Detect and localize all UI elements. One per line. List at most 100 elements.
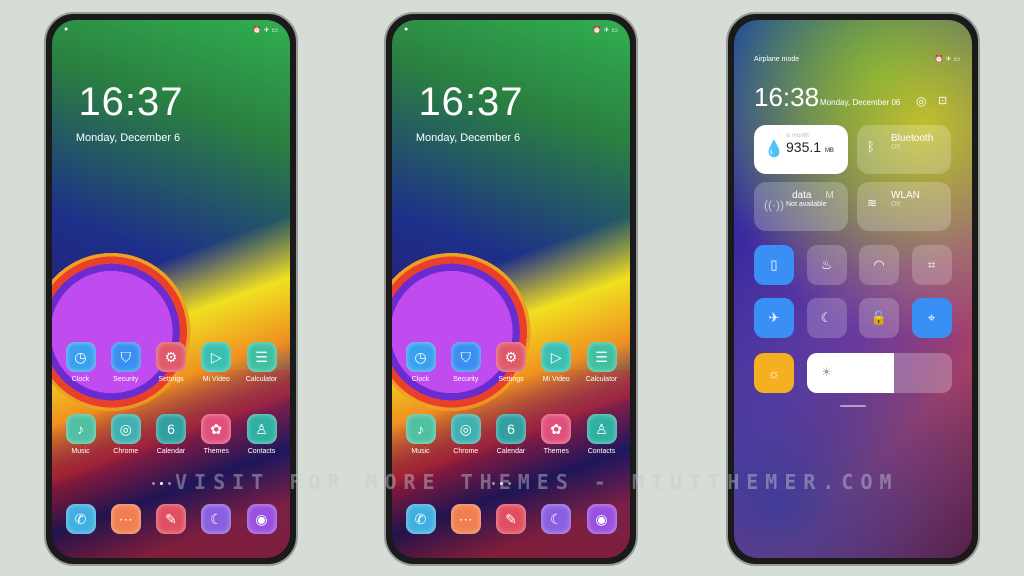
data-usage-tile[interactable]: 💧 is month 935.1 MB [754,125,848,174]
app-gallery[interactable]: ☾ [194,504,239,534]
app-message[interactable]: ⋯ [103,504,148,534]
camera-icon: ◉ [246,504,277,534]
app-clock[interactable]: ◷ Clock [398,342,443,383]
gallery-icon: ☾ [541,504,572,534]
message-icon: ⋯ [110,504,141,534]
wlan-state: Off [891,201,901,208]
vibrate-icon: ▯ [770,257,778,272]
gear-icon: ⚙ [156,342,186,372]
app-label: Music [71,448,90,455]
lamp-toggle[interactable]: ◠ [859,245,899,285]
app-label: Mi Video [542,376,570,383]
airplane-toggle[interactable]: ✈ [754,298,794,338]
app-chrome[interactable]: ◎ Chrome [103,414,148,455]
contact-icon: ♙ [586,414,617,444]
app-row: ◷ Clock ⛉ Security ⚙ Settings ▷ Mi Video ☰ Calcul… [398,342,624,383]
app-phone[interactable]: ✆ [58,504,103,534]
app-label: Security [453,376,479,383]
crop-toggle[interactable]: ⌗ [911,245,952,285]
app-feather[interactable]: ✎ [489,504,534,534]
data-unit: MB [824,148,834,154]
app-label: Clock [71,376,90,383]
app-calculator[interactable]: ☰ Calculator [579,342,624,383]
app-themes[interactable]: ✿ Themes [194,414,239,455]
app-camera[interactable]: ◉ [579,504,624,534]
app-row: ◷ Clock ⛉ Security ⚙ Settings ▷ Mi Video ☰ Calcul… [58,342,284,383]
lock-date: Monday, December 6 [75,132,181,144]
app-label: Contacts [247,448,276,455]
wlan-tile[interactable]: ≋ WLAN Off [857,182,951,231]
app-row: ♪ Music ◎ Chrome 6 Calendar ✿ Themes ♙ Contacts [398,414,624,455]
app-phone[interactable]: ✆ [398,504,443,534]
app-label: Chrome [113,448,139,455]
feather-icon: ✎ [156,504,186,534]
app-contacts[interactable]: ♙ Contacts [579,414,624,455]
edit-icon[interactable]: ⊡ [938,94,947,107]
app-calendar[interactable]: 6 Calendar [489,414,534,455]
app-label: Calendar [496,448,526,455]
app-clock[interactable]: ◷ Clock [58,342,103,383]
moon-toggle[interactable]: ☾ [806,298,847,338]
brightness-slider[interactable]: ☀ [807,353,952,393]
app-themes[interactable]: ✿ Themes [534,414,579,455]
bluetooth-tile[interactable]: ᛒ Bluetooth Off [857,125,951,174]
app-label: Clock [411,376,430,383]
app-chrome[interactable]: ◎ Chrome [443,414,488,455]
play-icon: ▷ [201,342,232,372]
flashlight-toggle[interactable]: ♨ [806,245,847,285]
app-mi-video[interactable]: ▷ Mi Video [194,342,239,383]
status-icons: ⏰ ✈ ▭ [252,27,278,34]
location-toggle[interactable]: ⌖ [911,298,952,338]
calendar-icon: 6 [496,414,526,444]
app-feather[interactable]: ✎ [149,504,194,534]
app-message[interactable]: ⋯ [443,504,488,534]
camera-dot-icon: ● [64,26,69,33]
calculator-icon: ☰ [246,342,277,372]
app-settings[interactable]: ⚙ Settings [149,342,194,383]
app-settings[interactable]: ⚙ Settings [489,342,534,383]
app-label: Settings [158,376,184,383]
app-security[interactable]: ⛉ Security [103,342,148,383]
app-security[interactable]: ⛉ Security [443,342,488,383]
page-dot[interactable] [167,482,171,485]
auto-brightness-button[interactable]: ☼ [754,353,794,393]
app-label: Calculator [585,376,618,383]
app-contacts[interactable]: ♙ Contacts [239,414,284,455]
app-music[interactable]: ♪ Music [58,414,103,455]
bluetooth-icon: ᛒ [867,139,875,154]
vibrate-toggle[interactable]: ▯ [754,245,794,285]
watermark: VISIT FOR MORE THEMES - MIUITHEMER.COM [175,470,899,494]
settings-icon[interactable]: ◎ [916,94,926,108]
clock-icon: ◷ [405,342,436,372]
lock-toggle[interactable]: 🔓 [859,298,899,338]
app-label: Contacts [587,448,616,455]
lamp-icon: ◠ [873,257,885,272]
app-calendar[interactable]: 6 Calendar [149,414,194,455]
app-music[interactable]: ♪ Music [398,414,443,455]
mobile-data-tile[interactable]: ((·)) data M Not available [754,182,848,231]
app-label: Calendar [156,448,186,455]
page-dot[interactable] [159,482,163,485]
wlan-label: WLAN [891,190,920,201]
flashlight-icon: ♨ [820,257,833,272]
lock-date: Monday, December 6 [415,132,521,144]
page-dot[interactable] [151,482,155,485]
music-note-icon: ♪ [405,414,436,444]
app-label: Chrome [453,448,479,455]
dock: ✆ ⋯ ✎ ☾ ◉ [58,504,284,534]
app-calculator[interactable]: ☰ Calculator [239,342,284,383]
app-label: Themes [203,448,229,455]
play-icon: ▷ [541,342,572,372]
app-gallery[interactable]: ☾ [534,504,579,534]
calendar-icon: 6 [156,414,186,444]
app-mi-video[interactable]: ▷ Mi Video [534,342,579,383]
status-bar: ● ⏰ ✈ ▭ [404,26,618,36]
drag-handle[interactable] [840,405,866,407]
app-label: Settings [498,376,524,383]
antenna-icon: ((·)) [764,198,784,212]
app-row: ♪ Music ◎ Chrome 6 Calendar ✿ Themes ♙ Contacts [58,414,284,455]
cc-date: Monday, December 06 [820,98,901,107]
app-camera[interactable]: ◉ [239,504,284,534]
shield-icon: ⛉ [450,342,481,372]
app-label: Calculator [245,376,278,383]
